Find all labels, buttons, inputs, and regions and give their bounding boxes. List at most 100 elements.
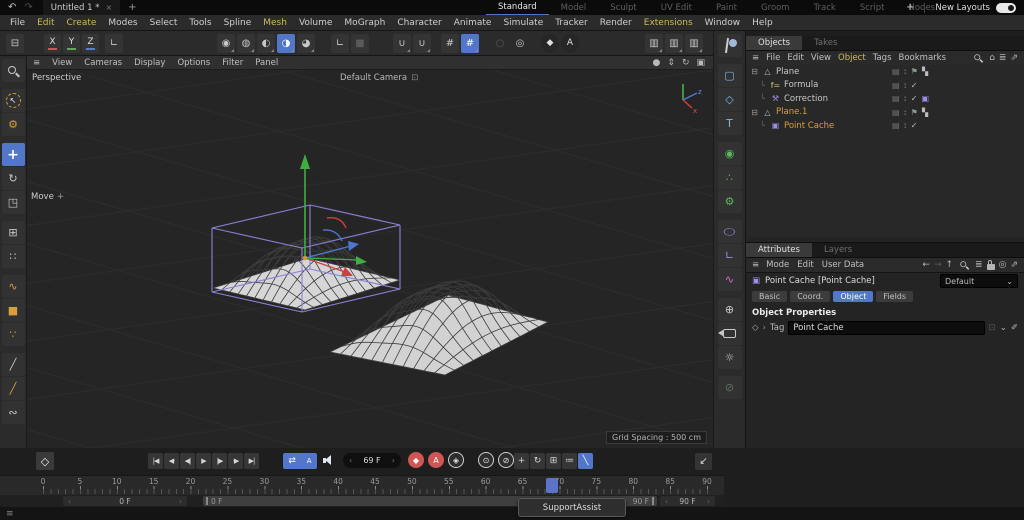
panel-tab[interactable]: Takes <box>802 36 849 50</box>
undo-icon[interactable]: ↶ <box>8 2 16 13</box>
object-name[interactable]: Plane <box>776 67 799 77</box>
move-tool[interactable]: + <box>1 143 25 166</box>
keyframe-badge-icon[interactable]: ⊡ <box>989 324 996 333</box>
menu-item[interactable]: Create <box>61 18 103 28</box>
menu-item[interactable]: Simulate <box>497 18 549 28</box>
viewport-view-label[interactable]: Perspective <box>32 73 81 83</box>
expander-icon[interactable]: ⊟ <box>750 108 759 117</box>
up-icon[interactable]: ↑ <box>946 260 954 270</box>
objects-menu-item[interactable]: File <box>766 53 780 63</box>
attribute-section-tab[interactable]: Coord. <box>790 291 831 302</box>
render-picture-viewer-icon[interactable]: ▥ <box>665 33 683 53</box>
layer-icon[interactable]: ▤ <box>892 81 900 90</box>
workplane-icon[interactable]: ∟ <box>331 33 349 53</box>
modeling-settings-icon[interactable]: ○ <box>491 34 509 53</box>
layout-tab[interactable]: Paint <box>704 0 749 15</box>
add-layout-button[interactable]: + <box>900 2 920 13</box>
point-cache-badge-icon[interactable]: ▣ <box>921 94 929 103</box>
attribute-section-tab[interactable]: Object <box>833 291 874 302</box>
menu-item[interactable]: Select <box>144 18 184 28</box>
attributes-menu-item[interactable]: Mode <box>766 260 789 270</box>
tweak-tool[interactable]: ⚙ <box>1 113 25 136</box>
transform-tool[interactable]: ⊞ <box>1 221 25 244</box>
visibility-dots-icon[interactable]: : <box>904 108 907 117</box>
object-name[interactable]: Plane.1 <box>776 107 807 117</box>
timeline-ruler[interactable]: 0 5 10 15 20 25 30 35 40 45 50 55 60 65 70 75 80 85 90 <box>0 475 724 496</box>
layout-tab[interactable]: Track <box>802 0 848 15</box>
filter-icon[interactable]: ≣ <box>975 260 983 270</box>
ui-toggle-switch[interactable] <box>996 2 1016 13</box>
snap-settings-icon[interactable]: ∪ <box>413 33 431 53</box>
prev-frame-button[interactable]: ◀| <box>180 453 195 469</box>
objects-menu-item[interactable]: View <box>811 53 831 63</box>
set-keyframe-button[interactable]: ◇ <box>36 452 54 470</box>
layer-icon[interactable]: ▤ <box>892 108 900 117</box>
key-pla-toggle[interactable]: ╲ <box>578 453 593 469</box>
live-selection-tool[interactable]: ↖ <box>1 89 25 112</box>
menu-item[interactable]: Spline <box>218 18 258 28</box>
panel-tab[interactable]: Objects <box>746 36 803 50</box>
quantize-settings-icon[interactable]: # <box>461 33 479 53</box>
world-coordinates-icon[interactable]: ∟ <box>105 33 123 53</box>
viewport-menu-item[interactable]: Cameras <box>84 58 122 68</box>
snap-move-tool[interactable]: ∷ <box>1 245 25 268</box>
simulate-icon[interactable]: ◆ <box>541 33 559 53</box>
polygon-mode-button[interactable]: ◑ <box>277 33 295 53</box>
render-settings-icon[interactable]: ▥ <box>685 33 703 53</box>
current-frame-field[interactable]: ‹ 69 F › <box>343 453 401 468</box>
prev-key-button[interactable]: ◀· <box>164 453 179 469</box>
back-icon[interactable]: ← <box>922 260 930 270</box>
attribute-section-tab[interactable]: Basic <box>752 291 788 302</box>
soft-selection-brush-tool[interactable]: ∿ <box>1 275 25 298</box>
loop-playback-icon[interactable]: ⇄ <box>288 456 296 466</box>
layout-tab[interactable]: Model <box>549 0 599 15</box>
forward-icon[interactable]: → <box>934 260 942 270</box>
material-button[interactable]: ⊘ <box>717 376 742 399</box>
object-tree-row[interactable]: └ ▣ Point Cache ▤ : ✓ <box>746 119 1024 133</box>
panel-tab[interactable]: Attributes <box>746 243 812 257</box>
spinner-right-icon[interactable]: › <box>179 497 182 506</box>
add-cube-button[interactable]: ◇ <box>717 88 742 111</box>
document-tab[interactable]: Untitled 1 * × <box>42 0 121 15</box>
key-position-toggle[interactable]: + <box>514 453 529 469</box>
add-plane-button[interactable]: ▢ <box>717 64 742 87</box>
scale-tool[interactable]: ◳ <box>1 191 25 214</box>
menu-item[interactable]: Tools <box>183 18 217 28</box>
menu-item[interactable]: Help <box>746 18 779 28</box>
range-end-spinner[interactable]: ‹ 90 F › <box>660 496 715 506</box>
model-mode-button[interactable]: ◉ <box>217 33 235 53</box>
popout-icon[interactable]: ⇗ <box>1010 53 1018 63</box>
polygon-pen-tool[interactable]: ■ <box>1 299 25 322</box>
new-document-tab-button[interactable]: + <box>128 2 136 13</box>
camera-move-icon[interactable]: ● <box>653 58 661 68</box>
deformer-button[interactable]: ∿ <box>717 268 742 291</box>
attributes-menu-item[interactable]: User Data <box>822 260 864 270</box>
next-frame-button[interactable]: |▶ <box>212 453 227 469</box>
redo-icon[interactable]: ↷ <box>24 2 32 13</box>
edge-mode-button[interactable]: ◕ <box>297 33 315 53</box>
cloner-button[interactable]: ∴ <box>717 166 742 189</box>
lock-z-axis-button[interactable]: Z <box>82 33 99 53</box>
visibility-dots-icon[interactable]: : <box>904 94 907 103</box>
texture-mode-button[interactable]: ◍ <box>237 33 255 53</box>
asset-browser-icon[interactable]: A <box>561 33 579 53</box>
objects-menu-item[interactable]: Tags <box>873 53 892 63</box>
enabled-check-icon[interactable]: ✓ <box>911 121 918 130</box>
popout-icon[interactable]: ⇗ <box>1010 260 1018 270</box>
preset-dropdown[interactable]: Default ⌄ <box>940 274 1018 288</box>
camera-rotate-icon[interactable]: ↻ <box>682 58 690 68</box>
spinner-right-icon[interactable]: › <box>707 497 710 506</box>
layout-tab[interactable]: UV Edit <box>649 0 704 15</box>
camera-zoom-icon[interactable]: ⇕ <box>667 58 675 68</box>
generator-button[interactable]: ⚙ <box>717 190 742 213</box>
menu-item[interactable]: Volume <box>293 18 338 28</box>
autokey-button[interactable]: A <box>428 452 444 468</box>
goto-start-button[interactable]: |◀ <box>148 453 163 469</box>
object-name[interactable]: Point Cache <box>784 121 834 131</box>
enabled-check-icon[interactable]: ✓ <box>911 81 918 90</box>
visibility-dots-icon[interactable]: : <box>904 121 907 130</box>
phong-flag-icon[interactable]: ⚑ <box>911 108 918 117</box>
knife-tool[interactable]: ╱ <box>1 353 25 376</box>
viewport-canvas[interactable]: Perspective Default Camera ⊡ Move + z x … <box>27 70 713 448</box>
record-keyframe-button[interactable]: ◆ <box>408 452 424 468</box>
